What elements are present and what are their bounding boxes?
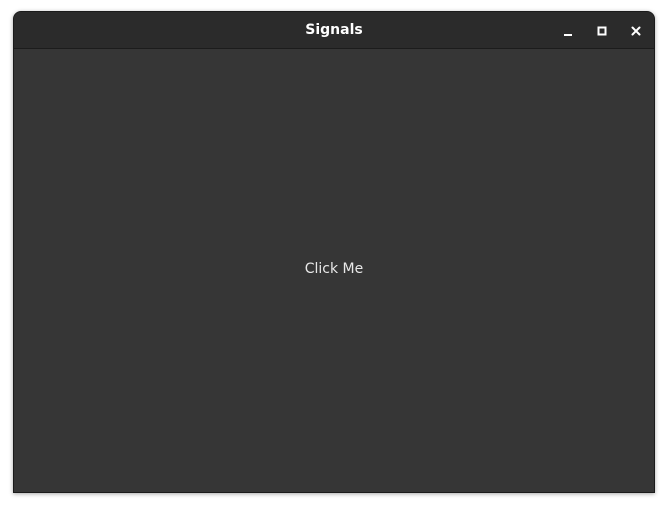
maximize-button[interactable] [590, 19, 614, 43]
close-button[interactable] [624, 19, 648, 43]
window-content: Click Me [14, 49, 654, 492]
app-window: Signals Click Me [13, 11, 655, 493]
maximize-icon [597, 26, 607, 36]
minimize-icon [564, 34, 572, 36]
click-me-label: Click Me [304, 261, 364, 277]
minimize-button[interactable] [556, 19, 580, 43]
title-bar[interactable]: Signals [14, 12, 654, 49]
click-me-button[interactable]: Click Me [14, 49, 654, 492]
close-icon [631, 26, 641, 36]
